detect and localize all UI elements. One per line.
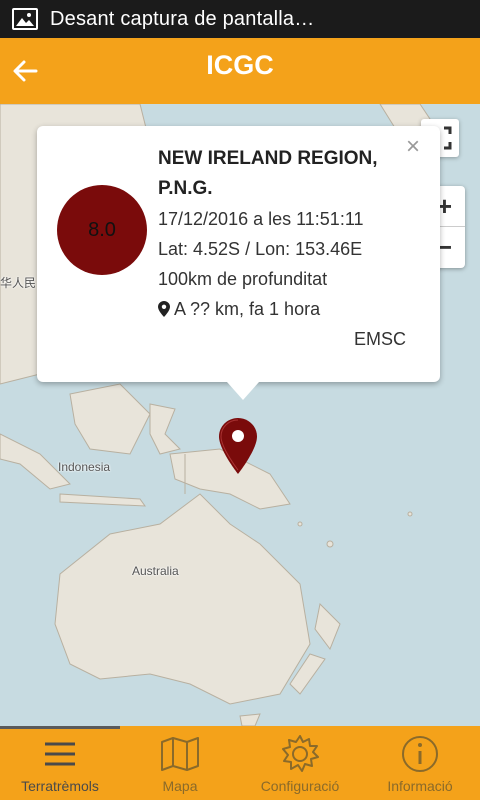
earthquake-popup: × 8.0 NEW IRELAND REGION, P.N.G. 17/12/2…	[37, 126, 440, 400]
tab-mapa[interactable]: Mapa	[120, 726, 240, 800]
location-pin-icon	[158, 301, 170, 317]
map-label-china: 华人民	[0, 276, 37, 290]
region-name-line2: P.N.G.	[158, 178, 213, 199]
menu-icon	[45, 742, 75, 766]
event-distance: A ?? km, fa 1 hora	[158, 294, 428, 324]
bottom-navigation: Terratrèmols Mapa Configuració Informaci…	[0, 726, 480, 800]
tab-terratremols[interactable]: Terratrèmols	[0, 726, 120, 800]
tab-label: Terratrèmols	[21, 778, 99, 794]
tab-configuracio[interactable]: Configuració	[240, 726, 360, 800]
tab-label: Configuració	[260, 778, 340, 794]
event-depth: 100km de profunditat	[158, 269, 328, 289]
image-icon	[12, 8, 38, 30]
region-name-line1: NEW IRELAND REGION,	[158, 148, 378, 169]
info-icon	[402, 736, 438, 772]
tab-informacio[interactable]: Informació	[360, 726, 480, 800]
app-bar: ICGC	[0, 38, 480, 104]
earthquake-marker-icon[interactable]	[219, 418, 257, 474]
status-bar: Desant captura de pantalla…	[0, 0, 480, 38]
event-coordinates: Lat: 4.52S / Lon: 153.46E	[158, 239, 363, 259]
map-label-indonesia: Indonesia	[58, 460, 111, 474]
map-label-australia: Australia	[132, 564, 179, 578]
tab-label: Informació	[387, 778, 453, 794]
map-icon	[161, 737, 199, 771]
event-source: EMSC	[353, 329, 406, 349]
event-datetime: 17/12/2016 a les 11:51:11	[158, 209, 364, 229]
app-title: ICGC	[206, 50, 274, 80]
popup-tip	[227, 382, 259, 400]
gear-icon	[282, 735, 319, 772]
magnitude-badge: 8.0	[57, 185, 147, 275]
status-notification-text: Desant captura de pantalla…	[50, 7, 315, 30]
event-distance-text: A ?? km, fa 1 hora	[174, 299, 321, 319]
tab-label: Mapa	[162, 778, 198, 794]
